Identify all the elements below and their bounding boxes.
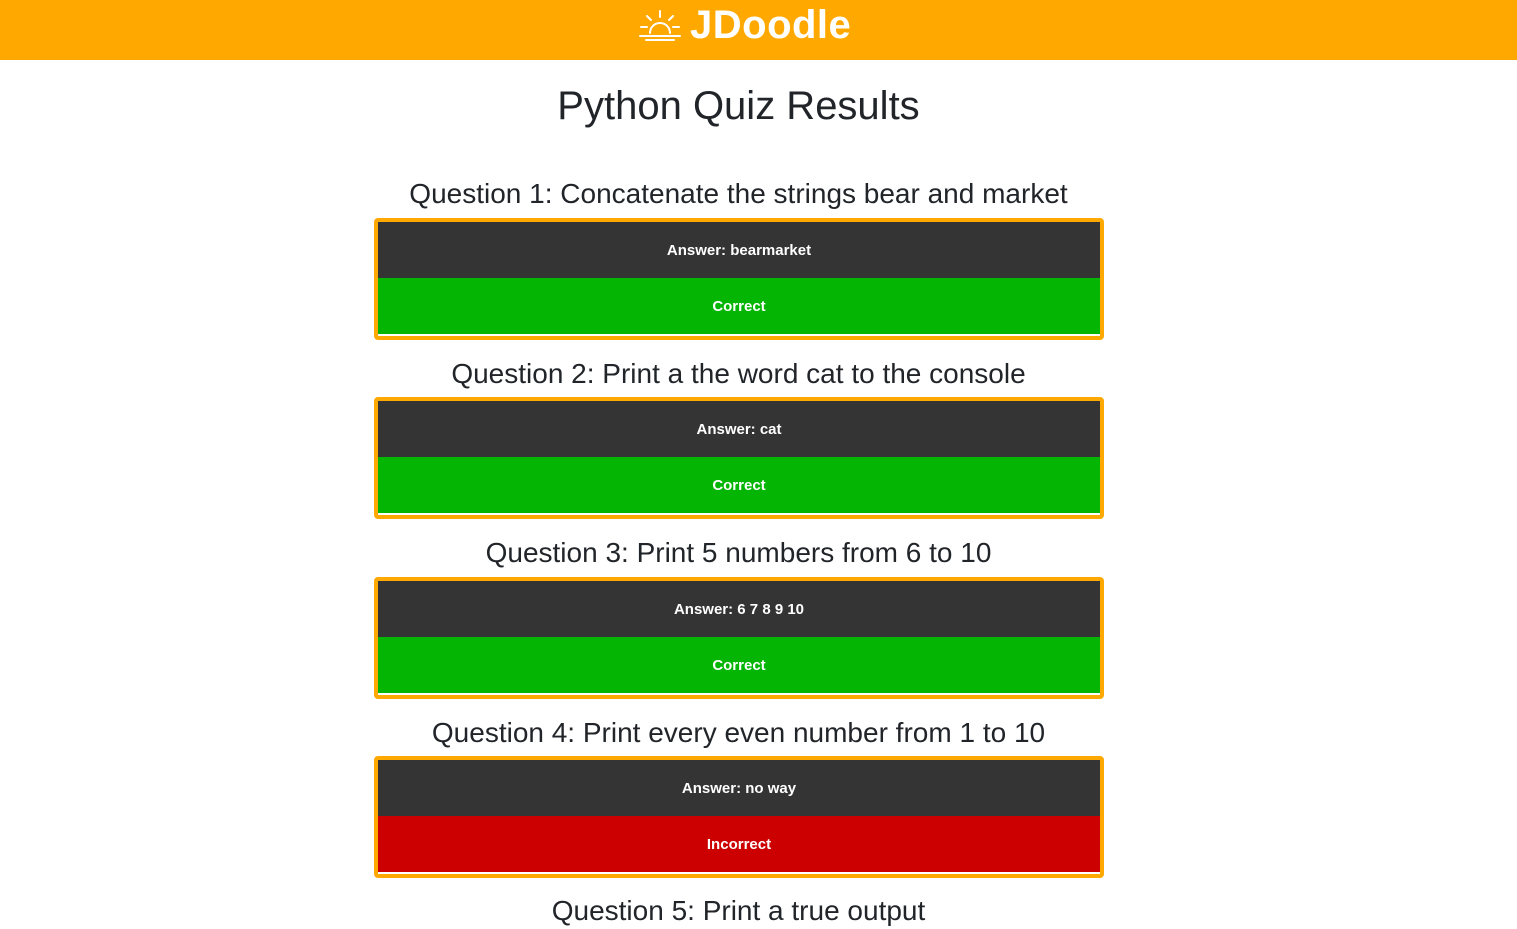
- question-3-card: Answer: 6 7 8 9 10 Correct: [374, 577, 1104, 699]
- page-title: Python Quiz Results: [557, 84, 920, 128]
- question-4-title: Question 4: Print every even number from…: [431, 717, 1046, 748]
- brand-name: JDoodle: [690, 2, 852, 47]
- question-3-answer: Answer: 6 7 8 9 10: [378, 581, 1100, 637]
- question-2-result: Correct: [378, 457, 1100, 513]
- sunrise-icon: [638, 5, 682, 45]
- question-2-answer: Answer: cat: [378, 401, 1100, 457]
- question-4-card: Answer: no way Incorrect: [374, 756, 1104, 878]
- question-2-title: Question 2: Print a the word cat to the …: [451, 358, 1026, 389]
- question-2-card: Answer: cat Correct: [374, 397, 1104, 519]
- brand-logo[interactable]: JDoodle: [638, 0, 851, 50]
- question-1-result: Correct: [378, 278, 1100, 334]
- question-4-result: Incorrect: [378, 816, 1100, 872]
- question-3-result: Correct: [378, 637, 1100, 693]
- question-1-title: Question 1: Concatenate the strings bear…: [409, 178, 1068, 209]
- question-1-card: Answer: bearmarket Correct: [374, 218, 1104, 340]
- question-1-answer: Answer: bearmarket: [378, 222, 1100, 278]
- question-4-answer: Answer: no way: [378, 760, 1100, 816]
- top-bar: JDoodle: [0, 0, 1517, 60]
- question-3-title: Question 3: Print 5 numbers from 6 to 10: [485, 537, 992, 568]
- question-5-title: Question 5: Print a true output: [551, 895, 926, 926]
